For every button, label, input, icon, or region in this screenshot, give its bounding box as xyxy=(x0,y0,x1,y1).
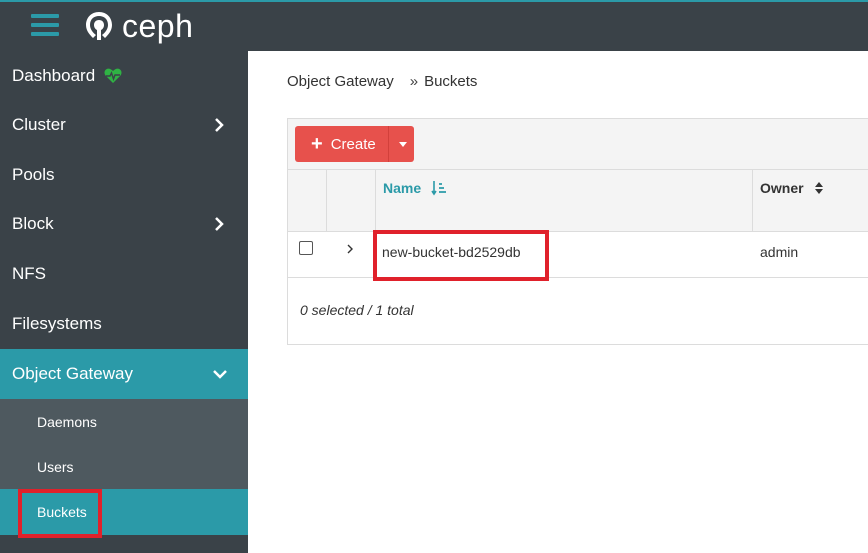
sidebar-item-label: Object Gateway xyxy=(12,364,133,383)
sidebar-subitem-label: Daemons xyxy=(37,414,97,430)
table-toolbar: + Create xyxy=(287,118,868,170)
sidebar-item-block[interactable]: Block xyxy=(0,199,248,249)
sidebar-item-label: Pools xyxy=(12,165,55,184)
sidebar-subitem-label: Buckets xyxy=(37,504,87,520)
sidebar-item-label: Dashboard xyxy=(12,66,96,85)
sidebar-item-filesystems[interactable]: Filesystems xyxy=(0,299,248,349)
caret-down-icon[interactable] xyxy=(399,142,407,147)
breadcrumb-separator: » xyxy=(409,73,419,90)
plus-icon: + xyxy=(311,133,323,155)
chevron-right-icon[interactable] xyxy=(345,243,355,255)
column-header-label: Name xyxy=(383,180,422,196)
sort-ascending-icon xyxy=(431,181,447,196)
sort-icon xyxy=(814,182,823,194)
sidebar-item-nfs[interactable]: NFS xyxy=(0,249,248,299)
sidebar-item-cluster[interactable]: Cluster xyxy=(0,100,248,150)
breadcrumb: Object Gateway » Buckets xyxy=(287,73,477,90)
selection-count: 0 selected / 1 total xyxy=(300,302,414,318)
sidebar-item-label: Block xyxy=(12,214,54,233)
sidebar: Dashboard Cluster Pools Block NFS Filesy… xyxy=(0,51,248,553)
breadcrumb-current: Buckets xyxy=(424,73,478,90)
ceph-logo-icon xyxy=(86,12,112,40)
create-button[interactable]: + Create xyxy=(295,126,414,162)
create-button-label: Create xyxy=(330,135,376,153)
sidebar-item-label: Filesystems xyxy=(12,314,102,333)
sidebar-subitem-label: Users xyxy=(37,459,74,475)
top-navbar: ceph xyxy=(0,0,868,51)
breadcrumb-parent[interactable]: Object Gateway xyxy=(287,73,394,90)
logo-text: ceph xyxy=(122,8,194,44)
column-header-name[interactable]: Name xyxy=(383,180,447,196)
chevron-right-icon xyxy=(215,118,224,132)
heart-pulse-icon xyxy=(104,68,122,83)
hamburger-menu-icon[interactable] xyxy=(31,13,59,37)
row-checkbox[interactable] xyxy=(299,241,313,255)
ceph-logo[interactable]: ceph xyxy=(84,9,193,43)
sidebar-item-label: NFS xyxy=(12,264,46,283)
sidebar-subitem-buckets[interactable]: Buckets xyxy=(0,489,248,535)
bucket-owner-cell: admin xyxy=(760,244,799,260)
main-content: Object Gateway » Buckets + Create Name O… xyxy=(248,51,868,553)
chevron-down-icon xyxy=(213,370,227,379)
chevron-right-icon xyxy=(215,217,224,231)
sidebar-subitem-users[interactable]: Users xyxy=(0,444,248,490)
sidebar-item-object-gateway[interactable]: Object Gateway xyxy=(0,349,248,399)
sidebar-item-label: Cluster xyxy=(12,115,66,134)
buckets-table: Name Owner new-bucket-bd2529db admin 0 s… xyxy=(287,169,868,345)
column-header-owner[interactable]: Owner xyxy=(760,180,824,196)
column-header-label: Owner xyxy=(760,180,804,196)
bucket-name-cell[interactable]: new-bucket-bd2529db xyxy=(382,244,521,260)
table-row[interactable]: new-bucket-bd2529db admin xyxy=(288,232,868,278)
sidebar-subitem-daemons[interactable]: Daemons xyxy=(0,399,248,445)
sidebar-item-dashboard[interactable]: Dashboard xyxy=(0,51,248,101)
sidebar-item-pools[interactable]: Pools xyxy=(0,150,248,200)
